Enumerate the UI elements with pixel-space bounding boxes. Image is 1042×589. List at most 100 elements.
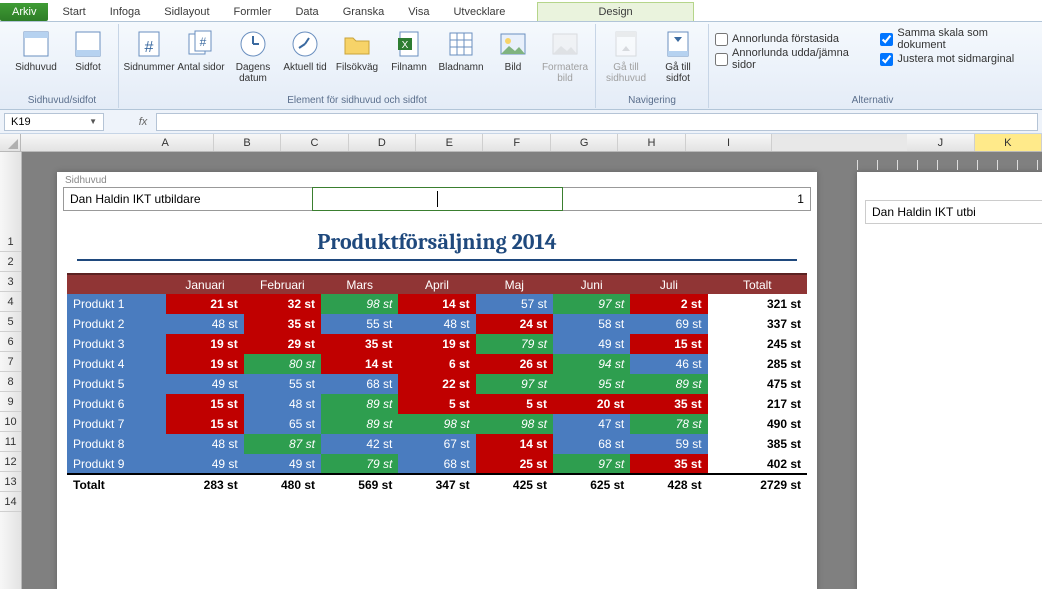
- chk-diff-odd-even[interactable]: Annorlunda udda/jämna sidor: [715, 50, 866, 68]
- table-row: Produkt 121 st32 st98 st14 st57 st97 st2…: [67, 294, 807, 314]
- btn-format-picture: Formatera bild: [541, 26, 589, 84]
- chk-scale-with-doc[interactable]: Samma skala som dokument: [880, 30, 1030, 48]
- tab-design[interactable]: Design: [537, 2, 693, 21]
- row-10[interactable]: 10: [0, 412, 21, 432]
- row-11[interactable]: 11: [0, 432, 21, 452]
- tab-utvecklare[interactable]: Utvecklare: [441, 3, 517, 21]
- btn-filepath[interactable]: Filsökväg: [333, 26, 381, 73]
- btn-format-picture-label: Formatera bild: [541, 62, 589, 84]
- col-D[interactable]: D: [349, 134, 416, 151]
- btn-pagenumber[interactable]: # Sidnummer: [125, 26, 173, 73]
- tab-formler[interactable]: Formler: [222, 3, 284, 21]
- header-area[interactable]: Dan Haldin IKT utbildare 1: [63, 187, 811, 211]
- row-9[interactable]: 9: [0, 392, 21, 412]
- tab-start[interactable]: Start: [50, 3, 97, 21]
- data-cell: 97 st: [476, 374, 553, 394]
- row-12[interactable]: 12: [0, 452, 21, 472]
- row-13[interactable]: 13: [0, 472, 21, 492]
- btn-sheetname[interactable]: Bladnamn: [437, 26, 485, 73]
- tab-infoga[interactable]: Infoga: [98, 3, 153, 21]
- page2-header-left[interactable]: Dan Haldin IKT utbi: [865, 200, 1042, 224]
- header-center[interactable]: [312, 187, 562, 211]
- btn-time[interactable]: Aktuell tid: [281, 26, 329, 73]
- chk-diff-first[interactable]: Annorlunda förstasida: [715, 30, 866, 48]
- btn-filename[interactable]: X Filnamn: [385, 26, 433, 73]
- col-header: Totalt: [708, 274, 807, 294]
- col-E[interactable]: E: [416, 134, 483, 151]
- product-name: Produkt 6: [67, 394, 166, 414]
- row-8[interactable]: 8: [0, 372, 21, 392]
- data-cell: 2 st: [630, 294, 707, 314]
- tab-file[interactable]: Arkiv: [0, 3, 48, 21]
- col-G[interactable]: G: [551, 134, 618, 151]
- data-cell: 89 st: [630, 374, 707, 394]
- col-A[interactable]: A: [117, 134, 213, 151]
- row-14[interactable]: 14: [0, 492, 21, 512]
- header-area-label: Sidhuvud: [65, 175, 817, 186]
- data-cell: 58 st: [553, 314, 630, 334]
- chk-align-margins[interactable]: Justera mot sidmarginal: [880, 50, 1030, 68]
- table-row: Produkt 848 st87 st42 st67 st14 st68 st5…: [67, 434, 807, 454]
- tab-visa[interactable]: Visa: [396, 3, 441, 21]
- data-cell: 78 st: [630, 414, 707, 434]
- data-cell: 89 st: [321, 414, 398, 434]
- data-cell: 94 st: [553, 354, 630, 374]
- data-cell: 26 st: [476, 354, 553, 374]
- grid[interactable]: Sidhuvud Dan Haldin IKT utbildare 1 Prod…: [22, 152, 1042, 589]
- row-3[interactable]: 3: [0, 272, 21, 292]
- btn-filename-label: Filnamn: [391, 62, 427, 73]
- page-2: Dan Haldin IKT utbi: [857, 172, 1042, 589]
- name-box[interactable]: K19 ▼: [4, 113, 104, 131]
- row-4[interactable]: 4: [0, 292, 21, 312]
- btn-footer[interactable]: Sidfot: [64, 26, 112, 73]
- name-box-value: K19: [11, 116, 31, 128]
- row-1[interactable]: 1: [0, 232, 21, 252]
- header-left[interactable]: Dan Haldin IKT utbildare: [64, 188, 313, 210]
- tab-granska[interactable]: Granska: [331, 3, 397, 21]
- btn-goto-footer[interactable]: Gå till sidfot: [654, 26, 702, 84]
- tab-sidlayout[interactable]: Sidlayout: [152, 3, 221, 21]
- col-K[interactable]: K: [975, 134, 1042, 151]
- svg-text:X: X: [402, 40, 409, 51]
- group-options: Annorlunda förstasida Annorlunda udda/jä…: [709, 24, 1036, 108]
- chk-scale-with-doc-label: Samma skala som dokument: [897, 27, 1030, 51]
- formula-input[interactable]: [156, 113, 1038, 131]
- btn-header[interactable]: Sidhuvud: [12, 26, 60, 73]
- data-cell: 79 st: [321, 454, 398, 474]
- table-row: Produkt 615 st48 st89 st5 st5 st20 st35 …: [67, 394, 807, 414]
- btn-picture[interactable]: Bild: [489, 26, 537, 73]
- chevron-down-icon[interactable]: ▼: [89, 117, 97, 126]
- btn-header-label: Sidhuvud: [15, 62, 57, 73]
- chk-diff-first-label: Annorlunda förstasida: [732, 33, 839, 45]
- col-header: Januari: [166, 274, 243, 294]
- row-5[interactable]: 5: [0, 312, 21, 332]
- select-all[interactable]: [0, 134, 21, 151]
- data-cell: 25 st: [476, 454, 553, 474]
- btn-pages[interactable]: # Antal sidor: [177, 26, 225, 73]
- col-H[interactable]: H: [618, 134, 685, 151]
- footer-total: 428 st: [630, 474, 707, 494]
- row-2[interactable]: 2: [0, 252, 21, 272]
- header-icon: [20, 28, 52, 60]
- svg-text:#: #: [200, 35, 207, 49]
- row-7[interactable]: 7: [0, 352, 21, 372]
- btn-date-label: Dagens datum: [229, 62, 277, 84]
- col-C[interactable]: C: [281, 134, 348, 151]
- excel-file-icon: X: [393, 28, 425, 60]
- row-6[interactable]: 6: [0, 332, 21, 352]
- col-J[interactable]: J: [907, 134, 974, 151]
- svg-text:#: #: [145, 39, 154, 56]
- header-right[interactable]: 1: [562, 188, 810, 210]
- col-B[interactable]: B: [214, 134, 281, 151]
- pagenumber-icon: #: [133, 28, 165, 60]
- col-F[interactable]: F: [483, 134, 550, 151]
- footer-total: 569 st: [321, 474, 398, 494]
- btn-date[interactable]: Dagens datum: [229, 26, 277, 84]
- footer-total: 480 st: [244, 474, 321, 494]
- tab-data[interactable]: Data: [283, 3, 330, 21]
- fx-icon[interactable]: fx: [134, 116, 152, 128]
- data-cell: 6 st: [398, 354, 475, 374]
- table-row: Produkt 319 st29 st35 st19 st79 st49 st1…: [67, 334, 807, 354]
- group-navigation-label: Navigering: [602, 94, 702, 108]
- col-I[interactable]: I: [686, 134, 773, 151]
